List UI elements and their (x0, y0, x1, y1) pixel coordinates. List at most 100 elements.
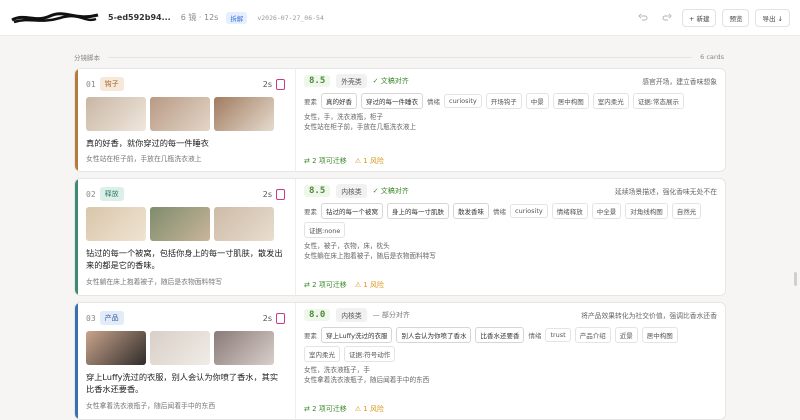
emotion-label: 情绪 (427, 98, 440, 106)
shot-number: 01 (86, 79, 96, 89)
new-button[interactable]: + 新建 (681, 8, 717, 27)
emotion-chip[interactable]: 开场钩子 (485, 93, 522, 109)
shot-number: 03 (86, 313, 96, 323)
element-chip[interactable]: 散发香味 (453, 203, 489, 219)
migratable-count[interactable]: ⇄ 2 项可迁移 (304, 280, 347, 290)
card-footer: ⇄ 2 项可迁移 ⚠ 1 风险 (304, 404, 384, 414)
export-button[interactable]: 导出 ↓ (755, 8, 790, 27)
elements-label: 要素 (304, 98, 317, 106)
shot-thumbnail[interactable] (214, 97, 274, 131)
migratable-count[interactable]: ⇄ 2 项可迁移 (304, 404, 347, 414)
element-chip[interactable]: 别人会认为你喷了香水 (396, 327, 472, 343)
shot-card[interactable]: 02 释放 2s 钻过的每一个被窝，包括你身上的每一寸肌肤，散发出来的都是它的香… (74, 178, 726, 296)
alignment-status: ✓ 文稿对齐 (372, 77, 409, 85)
emotion-chip[interactable]: trust (545, 328, 571, 342)
analysis-note: 感官开场，建立香味想象 (642, 78, 717, 86)
emotion-chip[interactable]: 室内柔光 (304, 346, 340, 362)
card-footer: ⇄ 2 项可迁移 ⚠ 1 风险 (304, 280, 384, 290)
category-tag: 内核类 (336, 184, 367, 198)
alignment-status: — 部分对齐 (372, 311, 410, 319)
tag-row: 要素 真的好香 穿过的每一件睡衣 情绪 curiosity 开场钩子 中景 居中构图 室内… (304, 93, 717, 109)
emotion-chip[interactable]: 自然光 (671, 203, 702, 219)
shot-thumbnail[interactable] (150, 331, 210, 365)
shot-thumbnail[interactable] (86, 207, 146, 241)
shot-meta: 6 镜 · 12s (180, 13, 219, 22)
shot-caption: 真的好香，就你穿过的每一件睡衣 (86, 138, 209, 148)
analysis-note: 延续场景描述，强化香味无处不在 (615, 188, 717, 196)
risk-count[interactable]: ⚠ 1 风险 (355, 156, 384, 166)
element-chip[interactable]: 身上的每一寸肌肤 (387, 203, 449, 219)
emotion-chip[interactable]: 中景 (525, 93, 549, 109)
shot-caption: 钻过的每一个被窝，包括你身上的每一寸肌肤，散发出来的都是它的香味。 (86, 248, 283, 271)
category-tag: 内核类 (336, 308, 367, 322)
emotion-chip[interactable]: 居中构图 (641, 327, 678, 343)
element-chip[interactable]: 真的好香 (321, 93, 357, 109)
preview-button[interactable]: 预览 (722, 8, 750, 27)
risk-count[interactable]: ⚠ 1 风险 (355, 280, 384, 290)
file-icon[interactable] (276, 188, 285, 200)
shot-card[interactable]: 01 钩子 2s 真的好香，就你穿过的每一件睡衣 女性站在柜子前，手放在几瓶洗衣… (74, 68, 726, 172)
elements-label: 要素 (304, 332, 317, 340)
emotion-chip[interactable]: 对角线构图 (625, 203, 668, 219)
emotion-chip[interactable]: 证据:符号动作 (344, 346, 396, 362)
analysis-note: 将产品效果转化为社交价值，强调比香水还香 (581, 312, 717, 320)
thumbnail-strip (86, 207, 285, 241)
card-footer: ⇄ 2 项可迁移 ⚠ 1 风险 (304, 156, 384, 166)
element-chip[interactable]: 比香水还要香 (475, 327, 525, 343)
shot-thumbnail[interactable] (150, 207, 210, 241)
file-icon[interactable] (276, 78, 285, 90)
shot-analysis-column: 8.5 内核类 ✓ 文稿对齐 延续场景描述，强化香味无处不在 要素 钻过的每一个… (296, 179, 725, 295)
thumbnail-strip (86, 97, 285, 131)
shot-thumbnail[interactable] (86, 97, 146, 131)
thumbnail-strip (86, 331, 285, 365)
emotion-chip[interactable]: curiosity (444, 94, 482, 108)
category-tag: 外壳类 (336, 74, 367, 88)
shot-thumbnail[interactable] (86, 331, 146, 365)
score-badge: 8.5 (304, 75, 331, 87)
shot-analysis-column: 8.0 内核类 — 部分对齐 将产品效果转化为社交价值，强调比香水还香 要素 穿… (296, 303, 725, 419)
emotion-label: 情绪 (528, 332, 542, 340)
emotion-chip[interactable]: 近景 (614, 327, 638, 343)
section-title: 分镜脚本 (74, 54, 100, 62)
shot-visual-summary: 女性躺在床上抱着被子，随后是衣物面料特写 (86, 277, 222, 286)
emotion-chip[interactable]: 居中构图 (552, 93, 589, 109)
score-badge: 8.0 (304, 309, 331, 321)
shot-left-column: 02 释放 2s 钻过的每一个被窝，包括你身上的每一寸肌肤，散发出来的都是它的香… (78, 179, 296, 295)
element-chip[interactable]: 穿上Luffy洗过的衣服 (321, 327, 393, 343)
shot-thumbnail[interactable] (214, 331, 274, 365)
emotion-chip[interactable]: 证据:常态展示 (632, 93, 684, 109)
emotion-chip[interactable]: curiosity (510, 204, 548, 218)
undo-icon[interactable] (634, 9, 652, 27)
shot-type-tag: 钩子 (99, 77, 124, 91)
shot-thumbnail[interactable] (214, 207, 274, 241)
divider (108, 56, 693, 58)
shot-analysis-column: 8.5 外壳类 ✓ 文稿对齐 感官开场，建立香味想象 要素 真的好香 穿过的每一件… (296, 69, 725, 171)
shot-thumbnail[interactable] (150, 97, 210, 131)
scrollbar-thumb[interactable] (794, 272, 797, 286)
object-list: 女性，被子，衣物，床，枕头 (304, 242, 390, 250)
shot-duration: 2s (262, 79, 272, 89)
shot-caption: 穿上Luffy洗过的衣服，别人会认为你喷了香水，其实比香水还要香。 (86, 372, 279, 395)
shot-left-column: 03 产品 2s 穿上Luffy洗过的衣服，别人会认为你喷了香水，其实比香水还要… (78, 303, 296, 419)
shot-left-column: 01 钩子 2s 真的好香，就你穿过的每一件睡衣 女性站在柜子前，手放在几瓶洗衣… (78, 69, 296, 171)
emotion-chip[interactable]: 室内柔光 (592, 93, 629, 109)
mode-badge: 拆解 (226, 11, 248, 24)
element-chip[interactable]: 钻过的每一个被窝 (321, 203, 383, 219)
elements-label: 要素 (304, 208, 317, 216)
object-list: 女性，手，洗衣液瓶，柜子 (304, 113, 384, 121)
element-chip[interactable]: 穿过的每一件睡衣 (361, 93, 423, 109)
emotion-chip[interactable]: 情绪释放 (551, 203, 588, 219)
emotion-chip[interactable]: 产品介绍 (574, 327, 611, 343)
redo-icon[interactable] (658, 9, 676, 27)
shot-card[interactable]: 03 产品 2s 穿上Luffy洗过的衣服，别人会认为你喷了香水，其实比香水还要… (74, 302, 726, 420)
migratable-count[interactable]: ⇄ 2 项可迁移 (304, 156, 347, 166)
emotion-label: 情绪 (493, 208, 506, 216)
shot-duration: 2s (262, 189, 272, 199)
redacted-scribble (11, 11, 99, 23)
risk-count[interactable]: ⚠ 1 风险 (355, 404, 384, 414)
tag-row: 要素 钻过的每一个被窝 身上的每一寸肌肤 散发香味 情绪 curiosity 情绪释放… (304, 203, 717, 238)
scene-description: 女性躺在床上抱着被子，随后是衣物面料特写 (304, 252, 436, 261)
file-icon[interactable] (276, 312, 285, 324)
emotion-chip[interactable]: 中全景 (591, 203, 622, 219)
emotion-chip[interactable]: 证据:none (304, 222, 346, 238)
